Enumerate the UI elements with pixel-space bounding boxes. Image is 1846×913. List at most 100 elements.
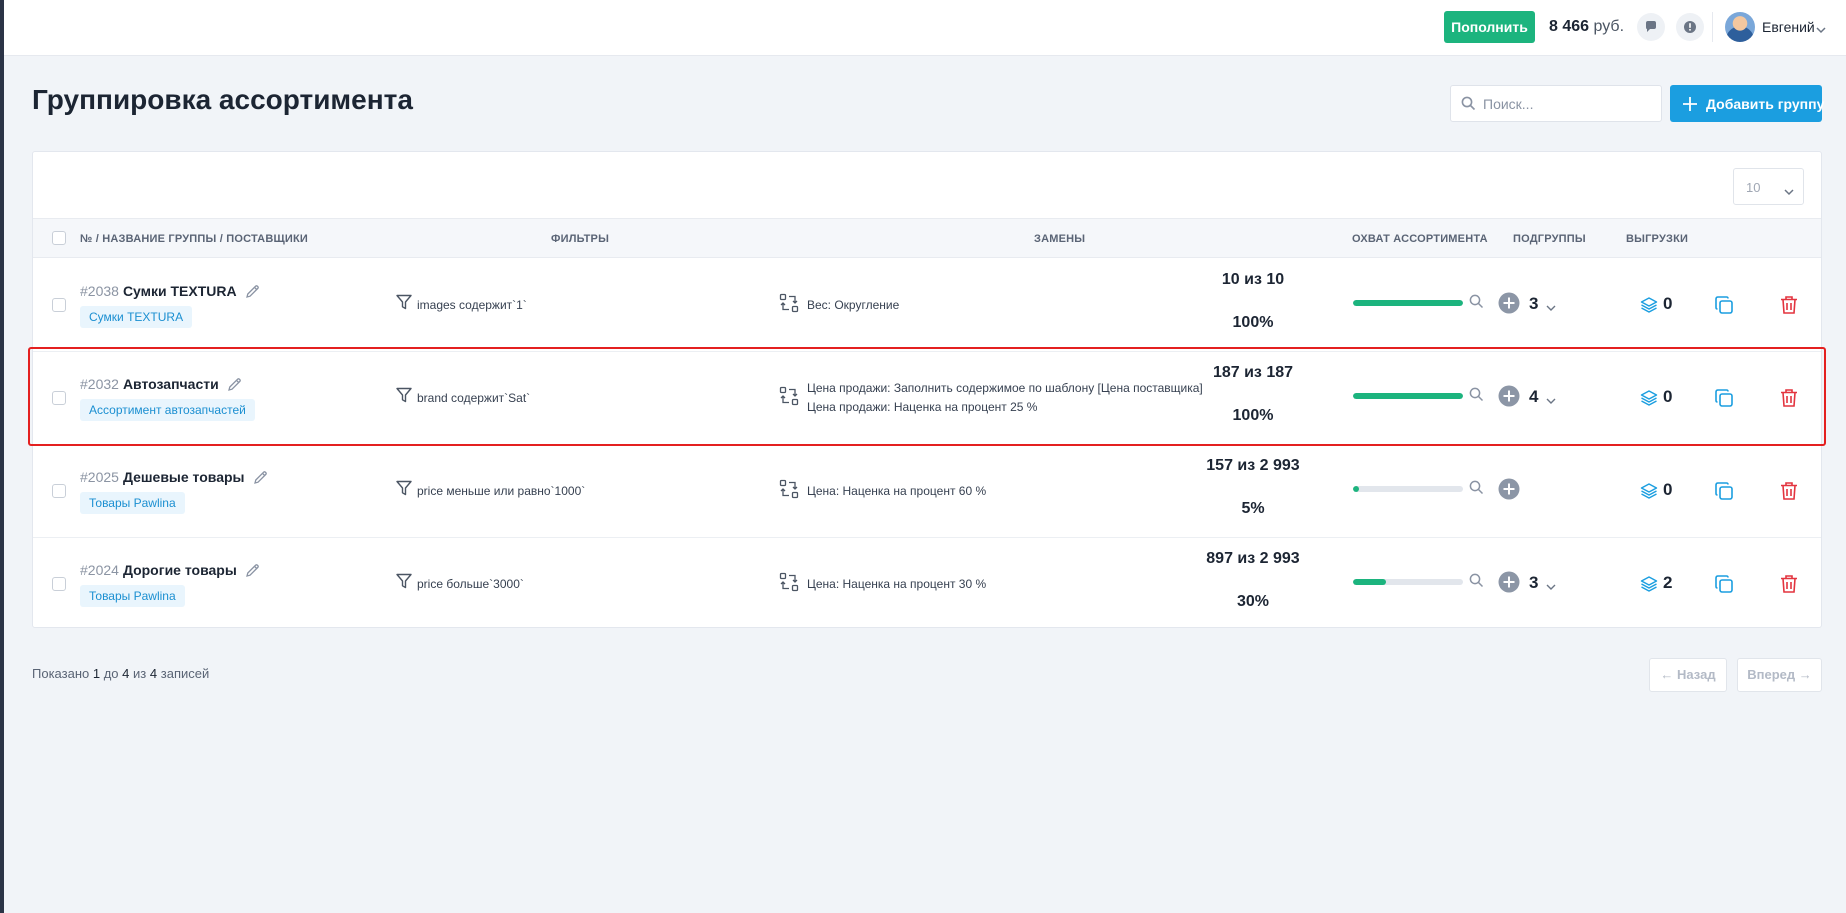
- group-name[interactable]: Автозапчасти: [123, 376, 219, 392]
- group-title: #2025 Дешевые товары: [80, 469, 268, 485]
- row-checkbox[interactable]: [52, 484, 66, 498]
- records-to: 4: [122, 666, 130, 681]
- group-name[interactable]: Дорогие товары: [123, 562, 237, 578]
- copy-icon[interactable]: [1714, 295, 1734, 320]
- replace-icon: [779, 386, 799, 411]
- replacement-text: Цена: Наценка на процент 30 %: [807, 577, 987, 591]
- chevron-down-icon: [1784, 183, 1794, 201]
- header-coverage[interactable]: ОХВАТ АССОРТИМЕНТА: [1352, 233, 1488, 245]
- group-name[interactable]: Дешевые товары: [123, 469, 245, 485]
- balance: 8 466 руб.: [1549, 18, 1624, 36]
- coverage-bar: [1353, 486, 1463, 492]
- chat-icon[interactable]: [1637, 13, 1665, 41]
- replacements-cell: Вес: Округление: [779, 293, 899, 318]
- layers-icon[interactable]: [1640, 389, 1658, 412]
- layers-icon[interactable]: [1640, 296, 1658, 319]
- exports-count: 2: [1663, 573, 1673, 592]
- layers-icon[interactable]: [1640, 575, 1658, 598]
- table-row: #2032 Автозапчасти Ассортимент автозапча…: [33, 352, 1821, 445]
- records-of-word: из: [133, 666, 147, 681]
- add-subgroup-icon[interactable]: [1498, 571, 1520, 598]
- trash-icon[interactable]: [1780, 295, 1798, 320]
- records-total: 4: [149, 666, 158, 681]
- layers-icon[interactable]: [1640, 482, 1658, 505]
- coverage-percent: 100%: [1232, 314, 1274, 331]
- pencil-icon[interactable]: [245, 284, 260, 299]
- balance-currency: руб.: [1593, 18, 1625, 35]
- coverage-bar: [1353, 393, 1463, 399]
- records-info: Показано 1 до 4 из 4 записей: [32, 666, 209, 681]
- filter-text: images содержит`1`: [417, 297, 527, 312]
- add-group-button[interactable]: Добавить группу: [1670, 85, 1825, 122]
- supplier-tag[interactable]: Товары Pawlina: [80, 492, 185, 514]
- trash-icon[interactable]: [1780, 574, 1798, 599]
- chevron-down-icon[interactable]: [1546, 578, 1556, 596]
- header-subgroups: ПОДГРУППЫ: [1513, 233, 1586, 245]
- replacements-cell: Цена: Наценка на процент 30 %: [779, 572, 986, 597]
- coverage-bar: [1353, 579, 1463, 585]
- supplier-tag[interactable]: Ассортимент автозапчастей: [80, 399, 255, 421]
- top-bar: Пополнить 8 466 руб. Евгений: [4, 0, 1846, 56]
- coverage-bar-fill: [1353, 486, 1359, 492]
- search-icon[interactable]: [1469, 480, 1484, 500]
- group-number[interactable]: #2025: [80, 469, 119, 485]
- chevron-down-icon[interactable]: [1546, 299, 1556, 317]
- coverage-bar: [1353, 300, 1463, 306]
- replacement-text: Цена: Наценка на процент 60 %: [807, 484, 987, 498]
- search-box[interactable]: [1450, 85, 1662, 122]
- prev-page-button[interactable]: ← Назад: [1649, 658, 1727, 692]
- group-number[interactable]: #2038: [80, 283, 119, 299]
- replacements-cell: Цена: Наценка на процент 60 %: [779, 479, 986, 504]
- pencil-icon[interactable]: [245, 563, 260, 578]
- row-checkbox[interactable]: [52, 391, 66, 405]
- next-page-button[interactable]: Вперед →: [1737, 658, 1822, 692]
- coverage-percent: 100%: [1232, 407, 1274, 424]
- add-subgroup-icon[interactable]: [1498, 385, 1520, 412]
- supplier-tag[interactable]: Товары Pawlina: [80, 585, 185, 607]
- search-icon[interactable]: [1469, 387, 1484, 407]
- add-subgroup-icon[interactable]: [1498, 292, 1520, 319]
- records-word: записей: [160, 666, 210, 681]
- pencil-icon[interactable]: [253, 470, 268, 485]
- left-edge: [0, 0, 4, 913]
- filter-text: price меньше или равно`1000`: [417, 483, 586, 498]
- search-icon[interactable]: [1469, 294, 1484, 314]
- search-input[interactable]: [1483, 94, 1653, 114]
- filter-text: price больше`3000`: [417, 576, 524, 591]
- row-checkbox[interactable]: [52, 577, 66, 591]
- table-row: #2038 Сумки TEXTURA Сумки TEXTURA images…: [33, 259, 1821, 352]
- select-all-checkbox[interactable]: [52, 231, 66, 245]
- header-name[interactable]: № / НАЗВАНИЕ ГРУППЫ / ПОСТАВЩИКИ: [80, 233, 308, 245]
- group-number[interactable]: #2032: [80, 376, 119, 392]
- group-number[interactable]: #2024: [80, 562, 119, 578]
- search-icon: [1461, 96, 1476, 116]
- trash-icon[interactable]: [1780, 388, 1798, 413]
- filter-icon: [395, 479, 413, 502]
- coverage-percent: 5%: [1241, 500, 1265, 517]
- topup-button[interactable]: Пополнить: [1444, 11, 1535, 43]
- supplier-tag[interactable]: Сумки TEXTURA: [80, 306, 193, 328]
- search-icon[interactable]: [1469, 573, 1484, 593]
- pencil-icon[interactable]: [227, 377, 242, 392]
- copy-icon[interactable]: [1714, 574, 1734, 599]
- add-subgroup-icon[interactable]: [1498, 478, 1520, 505]
- per-page-select[interactable]: 10: [1733, 168, 1804, 205]
- chevron-down-icon[interactable]: [1546, 392, 1556, 410]
- per-page-value: 10: [1746, 180, 1761, 195]
- chevron-down-icon[interactable]: [1816, 21, 1826, 39]
- replace-icon: [779, 479, 799, 504]
- user-name[interactable]: Евгений: [1762, 19, 1815, 35]
- coverage-count: 187 из 187: [1212, 364, 1294, 381]
- header-filters: ФИЛЬТРЫ: [551, 233, 610, 245]
- avatar[interactable]: [1725, 12, 1755, 42]
- alert-icon[interactable]: [1676, 13, 1704, 41]
- top-divider: [1712, 12, 1713, 42]
- trash-icon[interactable]: [1780, 481, 1798, 506]
- group-title: #2038 Сумки TEXTURA: [80, 283, 260, 299]
- copy-icon[interactable]: [1714, 388, 1734, 413]
- replace-icon: [779, 293, 799, 318]
- add-group-label: Добавить группу: [1706, 95, 1825, 112]
- group-name[interactable]: Сумки TEXTURA: [123, 283, 237, 299]
- copy-icon[interactable]: [1714, 481, 1734, 506]
- row-checkbox[interactable]: [52, 298, 66, 312]
